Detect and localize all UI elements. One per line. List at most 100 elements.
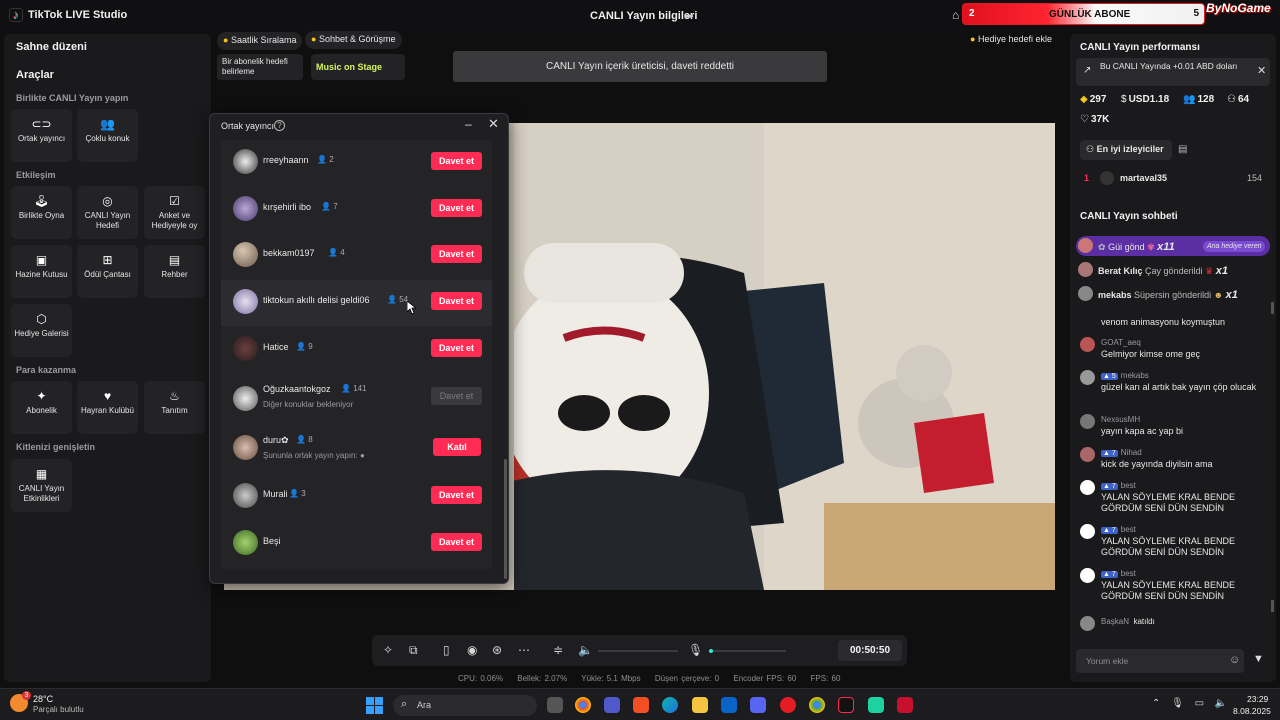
follower-count: 👤 8 — [296, 435, 313, 444]
speaker-icon[interactable]: 🔈 — [578, 643, 593, 657]
avatar — [233, 483, 258, 508]
settings-sliders-icon[interactable]: ≑ — [553, 643, 563, 657]
phone-icon[interactable]: ▯ — [443, 643, 450, 657]
chrome-profile-icon[interactable] — [809, 697, 825, 713]
tiktok-live-studio-icon[interactable] — [838, 697, 854, 713]
message-author[interactable]: ▲ 7 best — [1101, 481, 1136, 490]
subscription-goal-card[interactable]: Bir abonelik hedefi belirleme — [217, 54, 303, 80]
tool-cohost[interactable]: ⊂⊃ Ortak yayıncı — [11, 109, 72, 162]
invite-button-disabled: Davet et — [431, 387, 482, 405]
scrollbar[interactable] — [504, 459, 507, 579]
tool-subscription[interactable]: ✦ Abonelik — [11, 381, 72, 434]
tea-icon: ♛ — [1205, 266, 1214, 276]
task-view-icon[interactable] — [547, 697, 563, 713]
join-button[interactable]: Katıl — [433, 438, 481, 456]
teams-icon[interactable] — [604, 697, 620, 713]
media-player-icon[interactable] — [897, 697, 913, 713]
tool-guide[interactable]: ▤ Rehber — [144, 245, 205, 298]
home-icon[interactable]: ⌂ — [952, 8, 959, 22]
level-value: 7 — [1111, 527, 1116, 534]
clock-time[interactable]: 23:29 — [1247, 694, 1268, 704]
invite-button[interactable]: Davet et — [431, 339, 482, 357]
mic-level-slider[interactable] — [709, 649, 786, 653]
weather-temperature[interactable]: 28°C — [33, 694, 53, 704]
emoji-icon[interactable]: ☺ — [1229, 654, 1240, 666]
tool-multi-guest[interactable]: 👥 Çoklu konuk — [77, 109, 138, 162]
tool-poll[interactable]: ☑ Anket ve Hediyeyle oy — [144, 186, 205, 239]
music-on-stage-card[interactable]: Music on Stage — [311, 54, 405, 80]
chat-meet-chip[interactable]: ● Sohbet & Görüşme — [305, 31, 402, 49]
system-tray[interactable]: ⌃ 🎙 ▭ 🔈 — [1152, 698, 1227, 709]
message-author[interactable]: BaşkaN katıldı — [1101, 617, 1155, 626]
tool-gift-gallery[interactable]: ⬡ Hediye Galerisi — [11, 304, 72, 357]
outlook-icon[interactable] — [721, 697, 737, 713]
add-gift-goal-button[interactable]: ● Hediye hedefi ekle — [970, 34, 1052, 48]
microsoft-store-icon[interactable] — [633, 697, 649, 713]
tab-top-viewers[interactable]: ⚇ En iyi izleyiciler — [1080, 140, 1172, 160]
daily-subscriber-goal[interactable]: 2 GÜNLÜK ABONE 5 — [962, 3, 1205, 25]
message-author[interactable]: NexsusMH — [1101, 415, 1140, 424]
earnings-notice: ↗ Bu CANLI Yayında +0.01 ABD doları ✕ — [1076, 58, 1270, 86]
app-icon[interactable] — [868, 697, 884, 713]
invite-button[interactable]: Davet et — [431, 152, 482, 170]
message-author[interactable]: ▲ 7 best — [1101, 569, 1136, 578]
tool-play-together[interactable]: 🕹 Birlikte Oyna — [11, 186, 72, 239]
volume-slider[interactable] — [598, 650, 678, 652]
clock-date[interactable]: 8.08.2025 — [1233, 706, 1271, 716]
tool-label: CANLI Yayın Etkinlikleri — [18, 484, 65, 503]
invite-button[interactable]: Davet et — [431, 533, 482, 551]
hourly-ranking-chip[interactable]: ● Saatlik Sıralama — [217, 32, 303, 50]
file-explorer-icon[interactable] — [692, 697, 708, 713]
avatar — [233, 336, 258, 361]
camera-effect-icon[interactable]: ⊛ — [492, 643, 502, 657]
chrome-icon[interactable] — [575, 697, 591, 713]
message-author[interactable]: ▲ 5 mekabs — [1101, 371, 1149, 380]
edge-icon[interactable] — [662, 697, 678, 713]
avatar — [233, 149, 258, 174]
add-source-icon[interactable]: ⧉ — [409, 643, 418, 658]
viewer-score: 154 — [1247, 173, 1263, 183]
section-expand: Kitlenizi genişletin — [16, 442, 96, 452]
tool-reward-bag[interactable]: ⊞ Ödül Çantası — [77, 245, 138, 298]
diamond-icon: ◆ — [1080, 94, 1088, 105]
list-icon[interactable]: ▤ — [1178, 144, 1187, 155]
help-icon[interactable]: ? — [274, 120, 285, 131]
filter-icon[interactable]: ▼ — [1253, 653, 1264, 665]
tool-promotion[interactable]: ♨ Tanıtım — [144, 381, 205, 434]
viewer-name[interactable]: martaval35 — [1120, 173, 1167, 183]
start-button[interactable] — [366, 697, 383, 714]
live-info-title[interactable]: CANLI Yayın bilgileri — [590, 10, 697, 22]
tool-live-events[interactable]: ▦ CANLI Yayın Etkinlikleri — [11, 459, 72, 512]
tool-treasure-box[interactable]: ▣ Hazine Kutusu — [11, 245, 72, 298]
discord-icon[interactable] — [750, 697, 766, 713]
comment-input[interactable]: Yorum ekle ☺ — [1076, 649, 1244, 673]
scrollbar[interactable] — [1271, 600, 1274, 612]
invite-button[interactable]: Davet et — [431, 199, 482, 217]
weather-description[interactable]: Parçalı bulutlu — [33, 705, 84, 714]
taskbar-search[interactable]: ⌕ Ara — [393, 695, 537, 716]
close-icon[interactable]: ✕ — [1257, 64, 1266, 77]
microphone-icon[interactable]: 🎙 — [688, 643, 703, 657]
tool-live-goal[interactable]: ◎ CANLI Yayın Hedefi — [77, 186, 138, 239]
close-icon[interactable]: ✕ — [488, 116, 499, 132]
gift-multiplier: x1 — [1215, 265, 1228, 277]
stage-layout-title[interactable]: Sahne düzeni — [16, 41, 87, 53]
more-icon[interactable]: ⋯ — [518, 643, 530, 657]
follower-count: 👤 4 — [328, 248, 345, 257]
opera-icon[interactable] — [780, 697, 796, 713]
message-author[interactable]: ▲ 7 best — [1101, 525, 1136, 534]
magic-wand-icon[interactable]: ✧ — [383, 643, 393, 657]
message-author[interactable]: GOAT_aeq — [1101, 338, 1141, 347]
author-name: best — [1120, 481, 1136, 490]
invite-button[interactable]: Davet et — [431, 245, 482, 263]
invite-button[interactable]: Davet et — [431, 486, 482, 504]
top-gifter-badge: Ana hediye veren — [1203, 241, 1266, 252]
invite-button[interactable]: Davet et — [431, 292, 482, 310]
share-icon[interactable]: ➦ — [684, 9, 694, 23]
tool-fan-club[interactable]: ♥ Hayran Kulübü — [77, 381, 138, 434]
scrollbar[interactable] — [1271, 302, 1274, 314]
avatar — [1078, 238, 1093, 253]
minimize-icon[interactable]: – — [465, 117, 472, 131]
message-author[interactable]: ▲ 7 Nihad — [1101, 448, 1142, 457]
record-icon[interactable]: ◉ — [467, 643, 477, 657]
